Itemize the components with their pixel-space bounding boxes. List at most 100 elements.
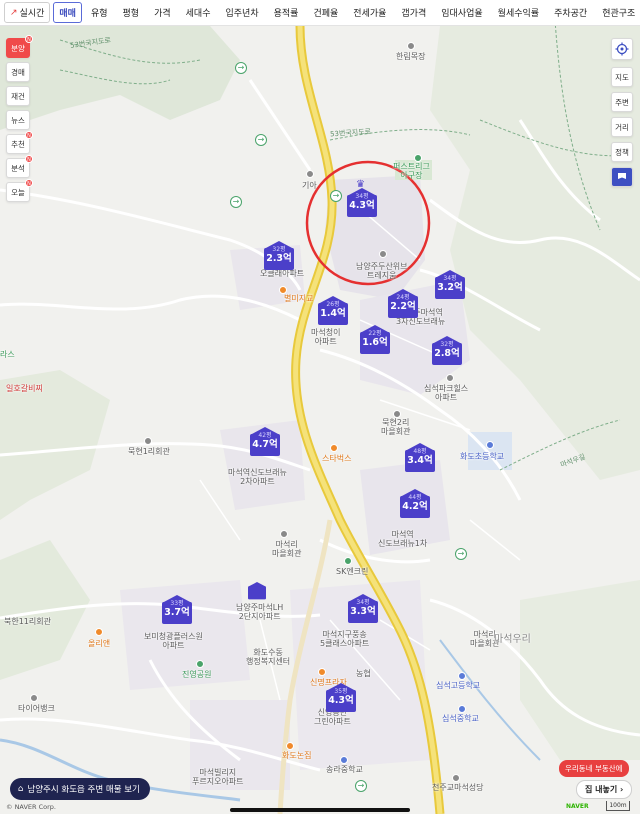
listing-marker[interactable]: 48평 3.4억	[405, 443, 435, 475]
listing-marker[interactable]: 34평 3.3억	[348, 594, 378, 626]
route-marker-icon: →	[330, 190, 342, 202]
menu-label: 오늘	[11, 187, 25, 197]
live-trend-button[interactable]: ↗ 실시간	[4, 2, 51, 23]
menu-auction-button[interactable]: 경매	[6, 62, 30, 82]
poi-dot	[318, 668, 326, 676]
scale-bar: 100m	[606, 801, 630, 811]
forest-area	[0, 26, 240, 130]
menu-analysis-button[interactable]: 분석 N	[6, 155, 33, 178]
map-base	[0, 19, 640, 814]
poi-dot	[330, 444, 338, 452]
menu-reconstruction-button[interactable]: 재건	[6, 86, 30, 106]
poi-dot	[414, 154, 422, 162]
filter-tab-gap-price[interactable]: 갭가격	[395, 2, 433, 23]
menu-label: 추천	[11, 139, 25, 149]
filter-tab-coverage-ratio[interactable]: 건폐율	[307, 2, 345, 23]
map-type-button[interactable]: 지도	[611, 67, 633, 87]
menu-today-button[interactable]: 오늘 N	[6, 179, 33, 202]
listing-marker[interactable]: ♛ 34평 4.3억	[347, 179, 377, 220]
map-label-parkhills: 심석파크힐스 아파트	[424, 384, 469, 403]
map-label-mukhyeon1: 묵현1리회관	[128, 447, 170, 456]
list-home-label: 집 내놓기	[585, 785, 618, 794]
listing-marker[interactable]: 32평 2.3억	[264, 241, 294, 273]
route-marker-icon: →	[355, 780, 367, 792]
filter-tab-price[interactable]: 가격	[148, 2, 177, 23]
map-label-starbucks: 스타벅스	[322, 454, 352, 463]
copyright: © NAVER Corp.	[6, 803, 56, 811]
map-label-songra-middle: 송라중학교	[326, 765, 363, 774]
listing-marker[interactable]: 42평 4.7억	[250, 427, 280, 459]
filter-tab-sale[interactable]: 매매	[53, 2, 82, 23]
poi-dot	[407, 42, 415, 50]
listing-marker[interactable]: 22평 1.6억	[360, 325, 390, 357]
map-label-bukhan11: 북한11리회관	[4, 617, 51, 626]
nearby-listings-button[interactable]: ⌂ 남양주시 화도읍 주변 매물 보기	[10, 778, 150, 800]
map-label-hwado-elementary: 화도초등학교	[460, 452, 505, 461]
poi-dot	[95, 628, 103, 636]
filter-bar: ↗ 실시간 매매 유형 평형 가격 세대수 입주년차 용적률 건폐율 전세가율 …	[0, 0, 640, 26]
flag-button[interactable]	[611, 167, 633, 187]
nearby-button[interactable]: 주변	[611, 92, 633, 112]
listing-marker[interactable]: 34평 3.2억	[435, 270, 465, 302]
poi-dot	[458, 705, 466, 713]
current-location-button[interactable]	[611, 38, 633, 60]
poi-dot	[286, 742, 294, 750]
map-label-maseok-hall: 마석리 마을회관	[272, 540, 302, 559]
left-menu: 분양 N 경매 재건 뉴스 추천 N 분석 N 오늘 N	[6, 35, 33, 206]
map-label-shindo-1: 마석역 신도브래뉴1차	[378, 530, 428, 549]
map-label-hanrim-farm: 한림목장	[396, 52, 426, 61]
listing-marker[interactable]: 26평 1.4억	[318, 296, 348, 328]
distance-button[interactable]: 거리	[611, 117, 633, 137]
filter-tab-rent-yield[interactable]: 월세수익률	[491, 2, 546, 23]
filter-tab-households[interactable]: 세대수	[179, 2, 217, 23]
map-label-sk-encleen: SK엔크린	[336, 567, 369, 576]
map-label-lh-2: 남양주마석LH 2단지아파트	[236, 603, 284, 622]
map-label-5class-apt: 마석지구풍송 5클래스아파트	[320, 630, 370, 649]
listing-marker[interactable]: 44평 4.2억	[400, 489, 430, 521]
map-label-maseokuri: 마석우리	[494, 634, 531, 645]
menu-label: 뉴스	[11, 115, 25, 125]
house-icon: ⌂	[18, 784, 24, 794]
listing-marker-small[interactable]	[248, 582, 266, 601]
filter-tab-jeonse-ratio[interactable]: 전세가율	[347, 2, 393, 23]
menu-label: 재건	[11, 91, 25, 101]
filter-tab-area[interactable]: 평형	[116, 2, 146, 23]
map-label-cheongi-apt: 마석청이 아파트	[311, 328, 341, 347]
local-realtor-badge[interactable]: 우리동네 부동산에	[559, 760, 629, 777]
naver-logo: NAVER	[566, 803, 589, 810]
menu-recommend-button[interactable]: 추천 N	[6, 131, 33, 154]
policy-button[interactable]: 정책	[611, 142, 633, 162]
map-label-jinyoung-park: 진영공원	[182, 670, 212, 679]
list-home-button[interactable]: 집 내놓기 ›	[576, 780, 633, 799]
menu-news-button[interactable]: 뉴스	[6, 110, 30, 130]
listing-marker[interactable]: 24평 2.2억	[388, 289, 418, 321]
route-marker-icon: →	[455, 548, 467, 560]
map-label-shindo-2: 마석역신도브래뉴 2차아파트	[228, 468, 287, 487]
chevron-right-icon: ›	[620, 785, 624, 794]
menu-presale-button[interactable]: 분양 N	[6, 35, 33, 58]
trend-up-icon: ↗	[10, 7, 18, 18]
poi-dot	[446, 374, 454, 382]
poi-dot	[280, 530, 288, 538]
map-label-olien: 올리앤	[88, 639, 111, 648]
route-marker-icon: →	[235, 62, 247, 74]
map-canvas[interactable]: → → → → → → 53번국지도로 53번국지도로 마석우길 한림목장 퍼스…	[0, 0, 640, 814]
map-label-kindergarten: 별미지교	[284, 294, 314, 303]
filter-tab-move-in-year[interactable]: 입주년차	[219, 2, 265, 23]
poi-dot	[306, 170, 314, 178]
listing-marker[interactable]: 32평 2.8억	[432, 336, 462, 368]
filter-tab-floor-area-ratio[interactable]: 용적률	[267, 2, 305, 23]
filter-tab-rental-business[interactable]: 임대사업율	[435, 2, 489, 23]
poi-dot	[344, 557, 352, 565]
listing-marker[interactable]: 33평 3.7억	[162, 595, 192, 627]
filter-tab-parking[interactable]: 주차공간	[548, 2, 594, 23]
filter-tab-type[interactable]: 유형	[84, 2, 114, 23]
poi-dot	[379, 250, 387, 258]
listing-marker[interactable]: 35평 4.3억	[326, 683, 356, 715]
new-badge: N	[25, 179, 33, 187]
filter-tab-entrance[interactable]: 현관구조	[596, 2, 640, 23]
map-label-bomi-apt: 보미청광플러스원 아파트	[144, 632, 203, 651]
home-indicator	[230, 808, 410, 812]
menu-label: 경매	[11, 67, 25, 77]
map-label-village-prugio: 마석빌리지 푸르지오아파트	[192, 768, 244, 787]
